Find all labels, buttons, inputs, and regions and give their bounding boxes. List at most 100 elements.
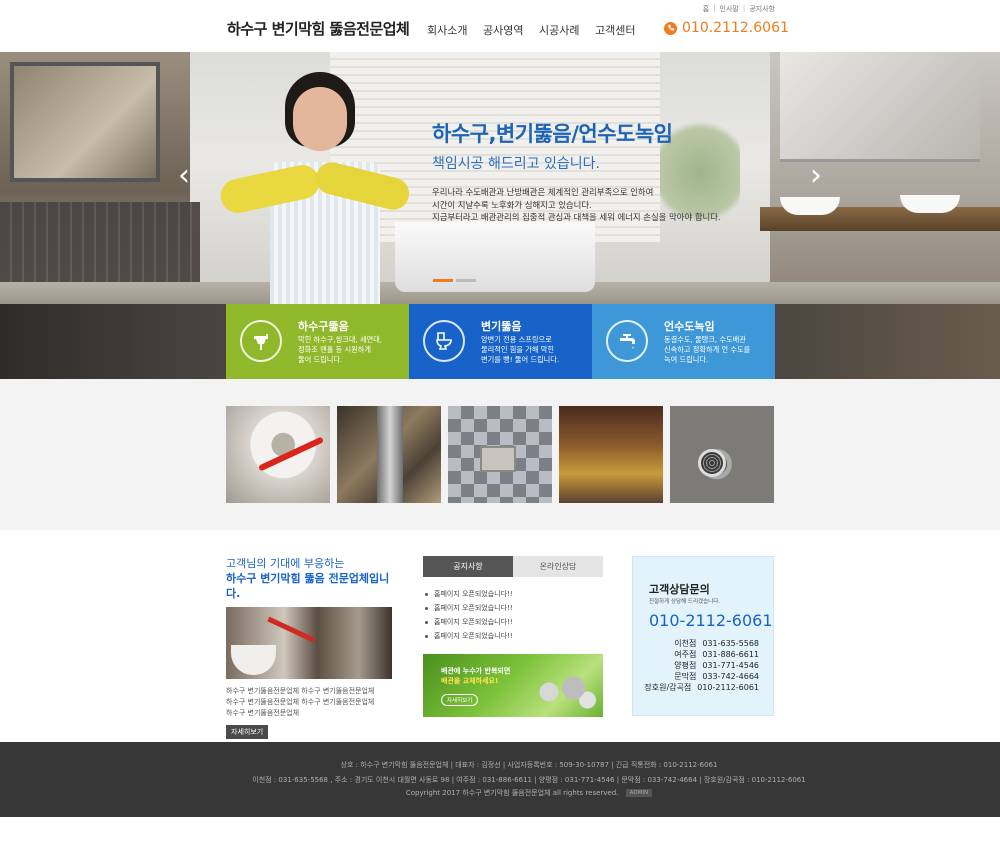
service-title: 하수구뚫음 xyxy=(298,320,349,333)
main-nav: 회사소개 공사영역 시공사례 고객센터 xyxy=(427,22,651,38)
hero-title: 하수구,변기뚫음/언수도녹임 xyxy=(432,122,673,146)
service-title: 언수도녹임 xyxy=(664,320,715,333)
utility-links: 홈 | 인사말 | 공지사항 xyxy=(703,4,775,14)
admin-button[interactable]: ADMIN xyxy=(625,789,653,797)
site-footer: 상호 : 하수구 변기막힘 뚫음전문업체 | 대표자 : 김정선 | 사업자등록… xyxy=(0,742,1000,817)
intro-heading-line2: 하수구 변기막힘 뚫음 전문업체입니다. xyxy=(226,572,390,600)
services-band: 하수구뚫음 막힌 하수구,씽크대, 세면대, 정화조 맨홀 등 시원하게 뚫어 … xyxy=(0,304,1000,379)
hero-subtitle: 책임시공 해드리고 있습니다. xyxy=(432,156,600,172)
gallery-thumb-floor-grate[interactable] xyxy=(670,406,774,503)
branch-phone: 031-771-4546 xyxy=(702,661,759,670)
service-card-thaw[interactable]: 언수도녹임 동결수도, 물탱크, 수도배관 신속하고 정확하게 언 수도를 녹여… xyxy=(592,304,775,379)
hero-model-photo xyxy=(200,72,420,304)
thumb-detail xyxy=(480,446,516,472)
header-phone[interactable]: 010.2112.6061 xyxy=(664,20,789,36)
work-gallery xyxy=(0,379,1000,530)
branch-row: 장호원/감곡점 010-2112-6061 xyxy=(644,682,759,693)
nav-item-about[interactable]: 회사소개 xyxy=(427,22,483,38)
slide-indicator[interactable] xyxy=(456,279,476,282)
intro-photo xyxy=(226,607,392,679)
thumb-detail xyxy=(377,406,403,503)
branch-phone: 033-742-4664 xyxy=(702,672,759,681)
hero-slider: ‹ › 하수구,변기뚫음/언수도녹임 책임시공 해드리고 있습니다. 우리나라 … xyxy=(0,52,1000,304)
banner-line2: 배관을 교체하세요! xyxy=(441,677,499,685)
hero-bg-sink xyxy=(780,197,840,215)
branch-phone: 010-2112-6061 xyxy=(697,683,759,692)
service-description: 양변기 전용 스프링으로 물리적인 힘을 가해 막힌 변기를 뻥! 뚫어 드립니… xyxy=(481,335,560,364)
slide-indicators xyxy=(433,279,476,282)
pipe-replacement-banner[interactable]: 배관에 누수가 반복되면 배관을 교체하세요! 자세히보기 xyxy=(423,654,603,717)
tab-online-consult[interactable]: 온라인상담 xyxy=(513,556,603,577)
gallery-thumb-sewer[interactable] xyxy=(559,406,663,503)
hero-description: 우리나라 수도배관과 난방배관은 체계적인 관리부족으로 인하여 시간이 지날수… xyxy=(432,187,721,222)
hero-bg-sink xyxy=(900,195,960,213)
divider: | xyxy=(742,4,746,12)
branch-row: 문막점 033-742-4664 xyxy=(644,671,759,682)
service-card-drain[interactable]: 하수구뚫음 막힌 하수구,씽크대, 세면대, 정화조 맨홀 등 시원하게 뚫어 … xyxy=(226,304,409,379)
board-tabs: 공지사항 온라인상담 xyxy=(423,556,603,577)
contact-main-phone[interactable]: 010-2112-6061 xyxy=(649,611,773,630)
footer-copyright-line: Copyright 2017 하수구 변기막힘 뚫음전문업체 all right… xyxy=(0,788,1000,798)
branch-name: 여주점 xyxy=(674,650,697,659)
intro-body: 하수구 변기뚫음전문업체 하수구 변기뚫음전문업체 하수구 변기뚫음전문업체 하… xyxy=(226,687,375,717)
thumb-detail xyxy=(698,449,726,477)
notice-item[interactable]: 홈페이지 오픈되었습니다!! xyxy=(425,629,603,643)
notice-item[interactable]: 홈페이지 오픈되었습니다!! xyxy=(425,587,603,601)
service-card-toilet[interactable]: 변기뚫음 양변기 전용 스프링으로 물리적인 힘을 가해 막힌 변기를 뻥! 뚫… xyxy=(409,304,592,379)
util-link-greeting[interactable]: 인사말 xyxy=(720,4,739,14)
contact-box: 고객상담문의 친절하게 상담해 드리겠습니다. 010-2112-6061 이천… xyxy=(632,556,774,716)
service-description: 동결수도, 물탱크, 수도배관 신속하고 정확하게 언 수도를 녹여 드립니다. xyxy=(664,335,751,364)
util-link-home[interactable]: 홈 xyxy=(703,4,709,14)
notice-board: 공지사항 온라인상담 홈페이지 오픈되었습니다!! 홈페이지 오픈되었습니다!!… xyxy=(423,556,603,717)
faucet-icon xyxy=(606,320,648,362)
notice-item[interactable]: 홈페이지 오픈되었습니다!! xyxy=(425,615,603,629)
chevron-left-icon[interactable]: ‹ xyxy=(174,159,194,193)
branch-phone: 031-886-6611 xyxy=(702,650,759,659)
hero-bg-mirror xyxy=(780,52,980,162)
hero-bg-window xyxy=(10,62,160,182)
intro-more-button[interactable]: 자세히보기 xyxy=(226,725,269,739)
branch-name: 이천점 xyxy=(674,639,697,648)
gallery-thumb-pipe-cleaning[interactable] xyxy=(337,406,441,503)
site-header: 홈 | 인사말 | 공지사항 하수구 변기막힘 뚫음전문업체 회사소개 공사영역… xyxy=(0,0,1000,52)
service-description: 막힌 하수구,씽크대, 세면대, 정화조 맨홀 등 시원하게 뚫어 드립니다. xyxy=(298,335,383,364)
branch-row: 여주점 031-886-6611 xyxy=(644,649,759,660)
footer-branch-info: 이천점 : 031-635-5568 , 주소 : 경기도 이천시 대월면 사동… xyxy=(252,776,806,784)
branch-name: 양평점 xyxy=(674,661,697,670)
chevron-right-icon[interactable]: › xyxy=(806,159,826,193)
phone-icon xyxy=(664,21,677,35)
nav-item-support[interactable]: 고객센터 xyxy=(595,22,651,38)
site-logo[interactable]: 하수구 변기막힘 뚫음전문업체 xyxy=(227,18,410,39)
notice-item[interactable]: 홈페이지 오픈되었습니다!! xyxy=(425,601,603,615)
tab-notice[interactable]: 공지사항 xyxy=(423,556,513,577)
footer-copyright: Copyright 2017 하수구 변기막힘 뚫음전문업체 all right… xyxy=(405,789,619,797)
contact-subtitle: 친절하게 상담해 드리겠습니다. xyxy=(649,599,721,605)
nav-item-services[interactable]: 공사영역 xyxy=(483,22,539,38)
util-link-notice[interactable]: 공지사항 xyxy=(749,4,775,14)
divider: | xyxy=(713,4,716,12)
banner-more-button[interactable]: 자세히보기 xyxy=(441,694,479,706)
intro-heading-line1: 고객님의 기대에 부응하는 xyxy=(226,557,345,570)
gallery-thumb-toilet-drain[interactable] xyxy=(226,406,330,503)
hero-model-face xyxy=(293,87,347,151)
intro-heading: 고객님의 기대에 부응하는 하수구 변기막힘 뚫음 전문업체입니다. xyxy=(226,556,401,601)
service-title: 변기뚫음 xyxy=(481,320,522,333)
footer-company-info: 상호 : 하수구 변기막힘 뚫음전문업체 | 대표자 : 김정선 | 사업자등록… xyxy=(340,761,718,769)
sink-icon xyxy=(240,320,282,362)
toilet-icon xyxy=(423,320,465,362)
branch-name: 문막점 xyxy=(674,672,697,681)
company-intro: 고객님의 기대에 부응하는 하수구 변기막힘 뚫음 전문업체입니다. 하수구 변… xyxy=(226,556,401,739)
branch-list: 이천점 031-635-5568 여주점 031-886-6611 양평점 031-7… xyxy=(644,638,759,693)
notice-list: 홈페이지 오픈되었습니다!! 홈페이지 오픈되었습니다!! 홈페이지 오픈되었습… xyxy=(423,587,603,643)
slide-indicator-active[interactable] xyxy=(433,279,453,282)
hero-bg-bathtub xyxy=(395,222,595,292)
nav-item-cases[interactable]: 시공사례 xyxy=(539,22,595,38)
gallery-thumb-tile-drain[interactable] xyxy=(448,406,552,503)
branch-row: 양평점 031-771-4546 xyxy=(644,660,759,671)
thumb-detail xyxy=(258,436,324,472)
services-bg-right xyxy=(774,304,1000,379)
intro-photo-detail xyxy=(267,616,315,643)
branch-name: 장호원/감곡점 xyxy=(644,683,692,692)
branch-phone: 031-635-5568 xyxy=(702,639,759,648)
pipe-parts-image xyxy=(528,672,598,712)
